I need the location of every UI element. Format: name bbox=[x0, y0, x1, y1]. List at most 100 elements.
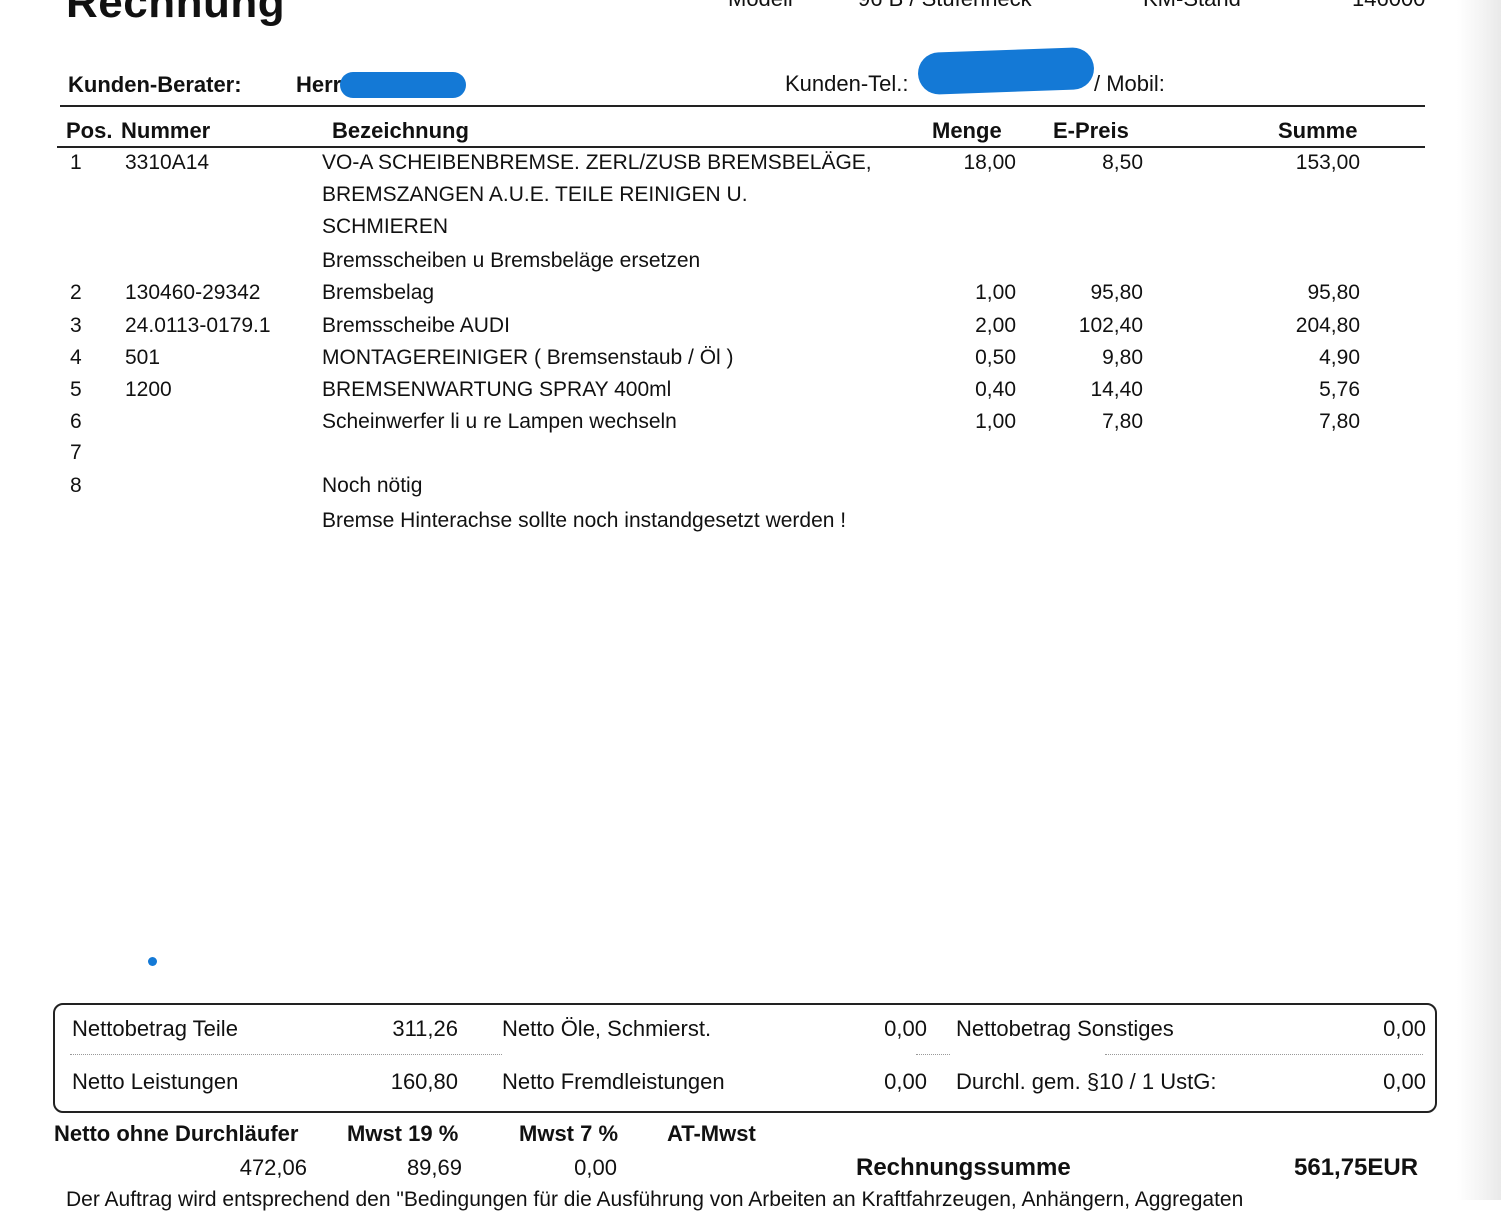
page-edge-shadow bbox=[1457, 0, 1501, 1200]
divider bbox=[1105, 1054, 1423, 1055]
table-row: 6 Scheinwerfer li u re Lampen wechseln 1,0… bbox=[0, 410, 1450, 440]
at-mwst-label: AT-Mwst bbox=[667, 1121, 756, 1146]
cell-pos: 4 bbox=[70, 346, 82, 369]
netto-leistungen-value: 160,80 bbox=[390, 1069, 458, 1094]
footer-terms-text: Der Auftrag wird entsprechend den "Bedin… bbox=[66, 1188, 1244, 1211]
cell-summe: 95,80 bbox=[1307, 281, 1360, 304]
table-header-rule bbox=[57, 146, 1425, 148]
cell-menge: 1,00 bbox=[975, 281, 1016, 304]
netto-ohne-value: 472,06 bbox=[239, 1155, 307, 1180]
durchlaufer-label: Durchl. gem. §10 / 1 UstG: bbox=[956, 1069, 1217, 1094]
totals-box bbox=[53, 1003, 1437, 1113]
cell-summe: 7,80 bbox=[1319, 410, 1360, 433]
table-row: 2 130460-29342 Bremsbelag 1,00 95,80 95,80 bbox=[0, 281, 1450, 311]
rechnungssumme-value: 561,75EUR bbox=[1294, 1154, 1419, 1181]
cell-pos: 8 bbox=[70, 474, 82, 497]
col-bezeichnung: Bezeichnung bbox=[332, 118, 469, 143]
modell-value: 96 B / Stufenheck bbox=[858, 0, 1032, 12]
table-row: Bremsscheiben u Bremsbeläge ersetzen bbox=[0, 249, 1450, 279]
cell-bezeichnung: Bremse Hinterachse sollte noch instandge… bbox=[322, 509, 847, 532]
col-menge: Menge bbox=[932, 118, 1002, 143]
cell-pos: 3 bbox=[70, 314, 82, 337]
rechnungssumme-label: Rechnungssumme bbox=[856, 1154, 1071, 1181]
cell-bezeichnung: MONTAGEREINIGER ( Bremsenstaub / Öl ) bbox=[322, 346, 734, 369]
table-row: BREMSZANGEN A.U.E. TEILE REINIGEN U. bbox=[0, 183, 1450, 213]
kunden-berater-label: Kunden-Berater: bbox=[68, 72, 242, 97]
cell-bezeichnung: Noch nötig bbox=[322, 474, 423, 497]
redaction-mark bbox=[340, 72, 466, 98]
cell-e-preis: 7,80 bbox=[1102, 410, 1143, 433]
table-row: 8 Noch nötig bbox=[0, 474, 1450, 504]
cell-bezeichnung: Bremsscheiben u Bremsbeläge ersetzen bbox=[322, 249, 701, 272]
modell-label: Modell bbox=[728, 0, 793, 12]
netto-leistungen-label: Netto Leistungen bbox=[72, 1069, 239, 1094]
cell-e-preis: 14,40 bbox=[1090, 378, 1143, 401]
netto-fremd-label: Netto Fremdleistungen bbox=[502, 1069, 725, 1094]
cell-pos: 5 bbox=[70, 378, 82, 401]
cell-bezeichnung: SCHMIEREN bbox=[322, 215, 449, 238]
cell-summe: 4,90 bbox=[1319, 346, 1360, 369]
mwst19-value: 89,69 bbox=[406, 1155, 462, 1180]
netto-teile-value: 311,26 bbox=[392, 1016, 458, 1041]
cell-summe: 5,76 bbox=[1319, 378, 1360, 401]
cell-bezeichnung: BREMSENWARTUNG SPRAY 400ml bbox=[322, 378, 672, 401]
col-summe: Summe bbox=[1278, 118, 1358, 143]
divider bbox=[916, 1054, 950, 1055]
km-stand-label: KM-Stand bbox=[1143, 0, 1241, 12]
header-rule bbox=[60, 105, 1425, 107]
cell-menge: 0,50 bbox=[975, 346, 1016, 369]
cell-pos: 6 bbox=[70, 410, 82, 433]
divider bbox=[70, 1054, 502, 1055]
cell-bezeichnung: BREMSZANGEN A.U.E. TEILE REINIGEN U. bbox=[322, 183, 748, 206]
table-row: 1 3310A14 VO-A SCHEIBENBREMSE. ZERL/ZUSB B… bbox=[0, 151, 1450, 181]
netto-sonstiges-value: 0,00 bbox=[1383, 1016, 1426, 1041]
durchlaufer-value: 0,00 bbox=[1383, 1069, 1426, 1094]
redaction-mark bbox=[917, 46, 1095, 96]
table-row: 3 24.0113-0179.1 Bremsscheibe AUDI 2,00 102,… bbox=[0, 314, 1450, 344]
kunden-tel-label: Kunden-Tel.: bbox=[785, 71, 909, 96]
scan-dot bbox=[148, 957, 157, 966]
cell-nummer: 130460-29342 bbox=[125, 281, 261, 304]
netto-fremd-value: 0,00 bbox=[884, 1069, 927, 1094]
cell-nummer: 501 bbox=[125, 346, 161, 369]
cell-bezeichnung: Bremsbelag bbox=[322, 281, 435, 304]
mwst7-value: 0,00 bbox=[574, 1155, 617, 1180]
table-row: SCHMIEREN bbox=[0, 215, 1450, 245]
cell-nummer: 24.0113-0179.1 bbox=[125, 314, 271, 337]
cell-pos: 1 bbox=[70, 151, 82, 174]
cell-nummer: 3310A14 bbox=[125, 151, 210, 174]
col-e-preis: E-Preis bbox=[1053, 118, 1129, 143]
cell-summe: 153,00 bbox=[1295, 151, 1360, 174]
cell-menge: 18,00 bbox=[963, 151, 1016, 174]
cell-menge: 1,00 bbox=[975, 410, 1016, 433]
cell-pos: 2 bbox=[70, 281, 82, 304]
table-row: 7 bbox=[0, 441, 1450, 471]
col-pos: Pos. bbox=[66, 118, 113, 143]
km-stand-value: 146000 bbox=[1352, 0, 1425, 12]
cell-e-preis: 9,80 bbox=[1102, 346, 1143, 369]
netto-oele-value: 0,00 bbox=[884, 1016, 927, 1041]
cell-bezeichnung: Scheinwerfer li u re Lampen wechseln bbox=[322, 410, 677, 433]
col-nummer: Nummer bbox=[121, 118, 211, 143]
mwst7-label: Mwst 7 % bbox=[519, 1121, 619, 1146]
mwst19-label: Mwst 19 % bbox=[347, 1121, 459, 1146]
cell-menge: 0,40 bbox=[975, 378, 1016, 401]
table-row: 4 501 MONTAGEREINIGER ( Bremsenstaub / Öl … bbox=[0, 346, 1450, 376]
cell-nummer: 1200 bbox=[125, 378, 172, 401]
table-row: 5 1200 BREMSENWARTUNG SPRAY 400ml 0,40 14,40… bbox=[0, 378, 1450, 408]
netto-teile-label: Nettobetrag Teile bbox=[72, 1016, 238, 1041]
cell-bezeichnung: Bremsscheibe AUDI bbox=[322, 314, 510, 337]
netto-ohne-label: Netto ohne Durchläufer bbox=[54, 1121, 299, 1146]
mobil-label: / Mobil: bbox=[1094, 71, 1165, 96]
cell-summe: 204,80 bbox=[1295, 314, 1360, 337]
cell-bezeichnung: VO-A SCHEIBENBREMSE. ZERL/ZUSB BREMSBELÄ… bbox=[322, 151, 872, 174]
cell-e-preis: 8,50 bbox=[1102, 151, 1143, 174]
cell-e-preis: 95,80 bbox=[1090, 281, 1143, 304]
cell-menge: 2,00 bbox=[975, 314, 1016, 337]
cell-pos: 7 bbox=[70, 441, 82, 464]
cell-e-preis: 102,40 bbox=[1078, 314, 1143, 337]
netto-sonstiges-label: Nettobetrag Sonstiges bbox=[956, 1016, 1174, 1041]
kunden-berater-value: Herr bbox=[296, 72, 342, 97]
netto-oele-label: Netto Öle, Schmierst. bbox=[502, 1016, 712, 1041]
table-row: Bremse Hinterachse sollte noch instandge… bbox=[0, 509, 1450, 539]
